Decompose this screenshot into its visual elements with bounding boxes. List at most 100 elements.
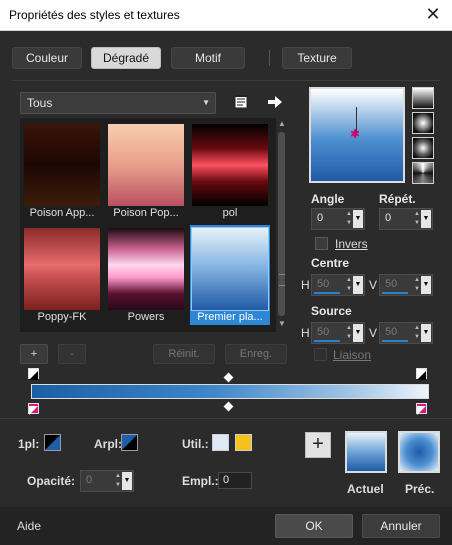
angle-spinner[interactable]: 0 ▲ ▼ ▼ [311, 208, 365, 230]
stop-marker-bottom[interactable] [416, 403, 427, 415]
use-color-yellow[interactable] [235, 434, 252, 451]
chevron-down-icon[interactable]: ▼ [353, 276, 363, 294]
swatch-label: pol [222, 207, 238, 219]
save-gradient-button[interactable]: Enreg. [225, 344, 287, 364]
tab-pattern[interactable]: Motif [171, 47, 245, 69]
tab-texture[interactable]: Texture [282, 47, 352, 69]
gradient-editor-bar[interactable] [31, 384, 429, 399]
swatch-preview [192, 124, 268, 206]
source-v-label: V [369, 326, 378, 340]
first-plane-color-chip[interactable] [44, 434, 61, 451]
center-h-spinner[interactable]: 50 ▲ ▼ ▼ [311, 274, 365, 296]
invert-checkbox[interactable] [315, 237, 328, 250]
center-marker-icon[interactable]: ✱ [350, 128, 360, 140]
title-bar: Propriétés des styles et textures ✕ [0, 0, 452, 31]
chevron-down-icon: ▼ [202, 98, 210, 107]
repeats-label: Répét. [379, 192, 416, 206]
chevron-down-icon[interactable]: ▼ [122, 472, 132, 490]
tab-gradient[interactable]: Dégradé [91, 47, 161, 69]
position-input[interactable]: 0 [218, 472, 252, 489]
swatch-label: Poison App... [29, 207, 95, 219]
divider [0, 418, 452, 419]
gradient-swatch[interactable]: pol [190, 121, 270, 221]
link-checkbox[interactable] [314, 348, 327, 361]
source-v-value: 50 [385, 326, 398, 338]
opacity-spinner[interactable]: 0 ▲ ▼ ▼ [80, 470, 134, 492]
stop-marker-top[interactable] [416, 368, 427, 380]
stop-marker-top[interactable] [28, 368, 39, 380]
position-label: Empl.: [182, 474, 219, 488]
angle-value: 0 [317, 212, 324, 224]
swatch-label: Powers [127, 311, 165, 323]
rectangular-style-button[interactable] [412, 112, 434, 134]
stop-marker-bottom-selected[interactable] [28, 403, 39, 415]
linear-style-button[interactable] [412, 87, 434, 109]
close-icon[interactable]: ✕ [424, 5, 442, 23]
value-bar [382, 340, 408, 342]
swatch-preview [191, 227, 269, 311]
book-icon[interactable] [232, 93, 250, 111]
tab-separator [269, 50, 270, 66]
midpoint-diamond[interactable] [223, 401, 234, 412]
chevron-down-icon[interactable]: ▼ [421, 276, 431, 294]
center-v-value: 50 [385, 278, 398, 290]
link-label: Liaison [333, 348, 372, 362]
previous-preview[interactable] [398, 431, 440, 473]
background-plane-label: Arpl: [94, 437, 122, 451]
gradient-swatch[interactable]: Poison App... [22, 121, 102, 221]
category-dropdown[interactable]: Tous ▼ [20, 92, 216, 114]
swatch-preview [24, 124, 100, 206]
use-color-light[interactable] [212, 434, 229, 451]
swatch-label: Poppy-FK [37, 311, 87, 323]
category-value: Tous [27, 96, 53, 110]
current-preview[interactable] [345, 431, 387, 473]
ok-button[interactable]: OK [275, 514, 353, 538]
swatch-preview [108, 228, 184, 310]
center-h-value: 50 [317, 278, 330, 290]
center-v-label: V [369, 278, 378, 292]
remove-gradient-button[interactable]: - [58, 344, 86, 364]
chevron-down-icon[interactable]: ▼ [421, 210, 431, 228]
down-arrow-icon[interactable]: ▼ [276, 319, 288, 331]
chevron-down-icon[interactable]: ▼ [353, 324, 363, 342]
repeats-value: 0 [385, 212, 392, 224]
value-bar [314, 292, 340, 294]
background-plane-color-chip[interactable] [121, 434, 138, 451]
reset-button[interactable]: Réinit. [153, 344, 215, 364]
source-label: Source [311, 304, 352, 318]
swatch-preview [24, 228, 100, 310]
add-gradient-button[interactable]: + [20, 344, 48, 364]
gradient-swatch[interactable]: Powers [106, 225, 186, 325]
chevron-down-icon[interactable]: ▼ [353, 210, 363, 228]
gradient-swatch[interactable]: Poppy-FK [22, 225, 102, 325]
previous-label: Préc. [405, 482, 435, 496]
source-h-spinner[interactable]: 50 ▲ ▼ ▼ [311, 322, 365, 344]
gradient-swatch-selected[interactable]: Premier pla... [190, 225, 270, 325]
up-arrow-icon[interactable]: ▲ [276, 119, 288, 131]
tab-color[interactable]: Couleur [12, 47, 82, 69]
center-h-label: H [301, 278, 310, 292]
divider [12, 80, 440, 81]
repeats-spinner[interactable]: 0 ▲ ▼ ▼ [379, 208, 433, 230]
use-label: Util.: [182, 437, 209, 451]
radial-style-button[interactable] [412, 137, 434, 159]
center-v-spinner[interactable]: 50 ▲ ▼ ▼ [379, 274, 433, 296]
list-scrollbar[interactable]: ▲ ▼ [276, 118, 288, 332]
chevron-down-icon[interactable]: ▼ [421, 324, 431, 342]
arrow-right-icon[interactable] [266, 93, 284, 111]
swatch-label: Poison Pop... [113, 207, 179, 219]
help-link[interactable]: Aide [17, 519, 41, 533]
gradient-swatch[interactable]: Poison Pop... [106, 121, 186, 221]
source-v-spinner[interactable]: 50 ▲ ▼ ▼ [379, 322, 433, 344]
gradient-preview[interactable]: ✱ [309, 87, 405, 183]
sunburst-style-button[interactable] [412, 162, 434, 184]
opacity-value: 0 [86, 474, 93, 486]
cancel-button[interactable]: Annuler [362, 514, 440, 538]
source-h-value: 50 [317, 326, 330, 338]
swatch-label: Premier pla... [197, 311, 263, 323]
value-bar [382, 292, 408, 294]
scroll-thumb[interactable] [278, 132, 285, 316]
midpoint-diamond[interactable] [223, 372, 234, 383]
swatch-preview [108, 124, 184, 206]
plus-icon[interactable]: + [305, 432, 331, 458]
